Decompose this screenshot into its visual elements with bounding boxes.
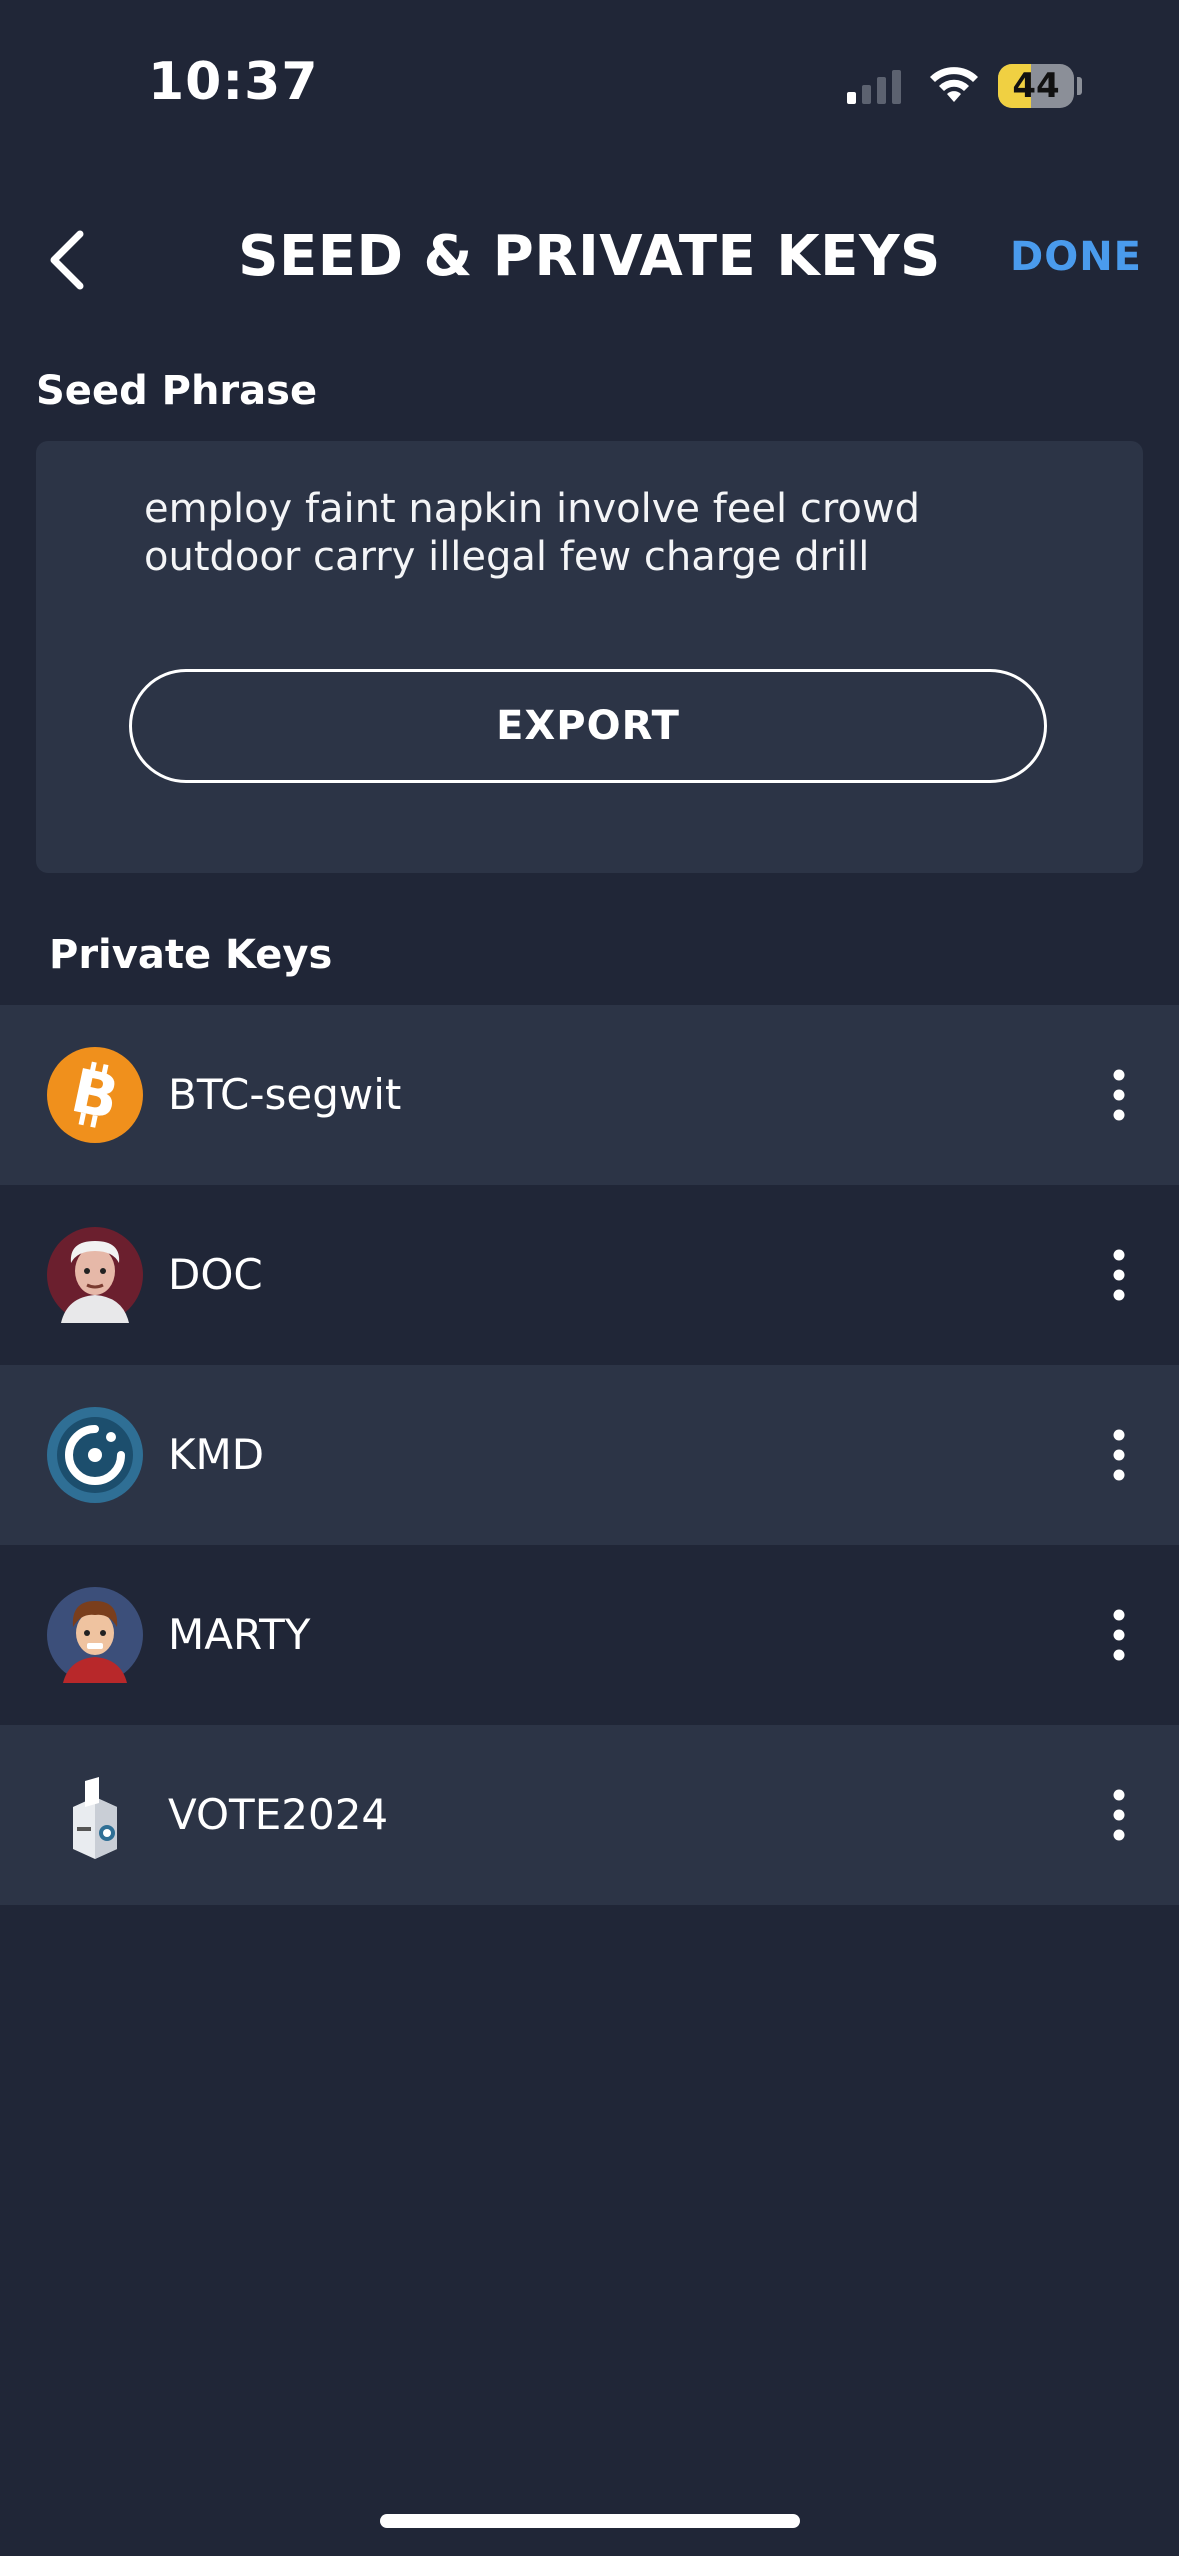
coin-name: BTC-segwit <box>168 1070 402 1119</box>
done-button[interactable]: DONE <box>1010 234 1142 280</box>
seed-phrase-text: employ faint napkin involve feel crowd o… <box>144 485 944 581</box>
seed-phrase-line-2: outdoor carry illegal few charge drill <box>144 534 870 580</box>
key-row-vote2024[interactable]: VOTE2024 <box>0 1725 1179 1905</box>
export-button[interactable]: EXPORT <box>129 669 1047 783</box>
komodo-icon <box>47 1407 143 1503</box>
key-row-kmd[interactable]: KMD <box>0 1365 1179 1545</box>
doc-avatar-icon <box>47 1227 143 1323</box>
key-row-doc[interactable]: DOC <box>0 1185 1179 1365</box>
seed-private-keys-screen: 10:37 44 SEED & PRIVATE KEYS DONE Seed P… <box>0 0 1179 2556</box>
coin-name: MARTY <box>168 1610 311 1659</box>
private-keys-list: B BTC-segwit DOC KMD MARTY VOTE2024 <box>0 1005 1179 1905</box>
seed-phrase-card: employ faint napkin involve feel crowd o… <box>36 441 1143 873</box>
private-keys-label: Private Keys <box>49 932 333 978</box>
battery-tip <box>1077 77 1082 95</box>
more-options-icon[interactable] <box>1109 1069 1129 1121</box>
coin-name: KMD <box>168 1430 265 1479</box>
key-row-btc-segwit[interactable]: B BTC-segwit <box>0 1005 1179 1185</box>
battery-level-text: 44 <box>1012 66 1060 106</box>
status-time: 10:37 <box>148 52 319 112</box>
battery-indicator: 44 <box>998 64 1074 108</box>
page-title: SEED & PRIVATE KEYS <box>238 224 941 289</box>
more-options-icon[interactable] <box>1109 1249 1129 1301</box>
cellular-signal-icon <box>847 70 901 104</box>
bitcoin-icon: B <box>47 1047 143 1143</box>
wifi-icon <box>930 67 978 102</box>
coin-name: VOTE2024 <box>168 1790 389 1839</box>
key-row-marty[interactable]: MARTY <box>0 1545 1179 1725</box>
seed-phrase-line-1: employ faint napkin involve feel crowd <box>144 486 920 532</box>
more-options-icon[interactable] <box>1109 1429 1129 1481</box>
coin-name: DOC <box>168 1250 263 1299</box>
more-options-icon[interactable] <box>1109 1609 1129 1661</box>
more-options-icon[interactable] <box>1109 1789 1129 1841</box>
marty-avatar-icon <box>47 1587 143 1683</box>
ballot-box-icon <box>73 1777 117 1859</box>
seed-phrase-label: Seed Phrase <box>36 368 318 414</box>
home-indicator[interactable] <box>380 2514 800 2528</box>
